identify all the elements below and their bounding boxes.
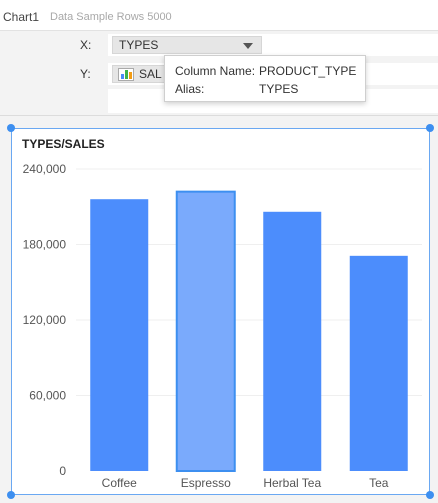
y-tick-label: 180,000 [23,238,67,252]
y-tick-label: 60,000 [29,389,66,403]
resize-handle-top-right[interactable] [426,124,434,132]
resize-handle-bottom-left[interactable] [7,491,15,499]
x-tick-label: Coffee [102,476,137,490]
x-tick-label: Tea [369,476,389,490]
y-tick-label: 120,000 [23,313,67,327]
bar-tea[interactable] [349,255,408,471]
x-tick-label: Espresso [181,476,231,490]
y-tick-label: 0 [59,464,66,478]
bar-chart: 0 60,000 120,000 180,000 240,000 Coffee Espres… [23,162,422,490]
bar-coffee[interactable] [90,199,149,471]
bar-espresso[interactable] [175,190,236,472]
resize-handle-top-left[interactable] [7,124,15,132]
y-tick-label: 240,000 [23,162,67,176]
bar-herbal-tea[interactable] [263,211,322,472]
x-tick-label: Herbal Tea [263,476,321,490]
resize-handle-bottom-right[interactable] [426,491,434,499]
